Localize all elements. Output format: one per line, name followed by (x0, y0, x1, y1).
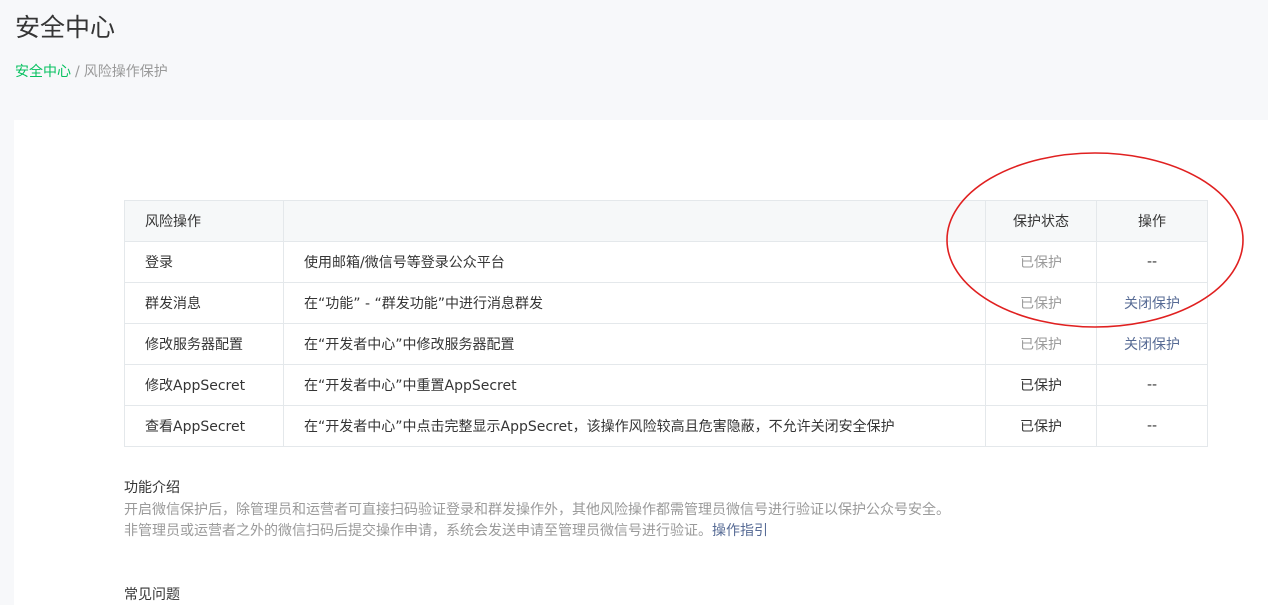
intro-line-2: 非管理员或运营者之外的微信扫码后提交操作申请，系统会发送申请至管理员微信号进行验… (124, 523, 712, 539)
table-row: 修改AppSecret 在“开发者中心”中重置AppSecret 已保护 -- (124, 364, 1208, 406)
cell-operation: 修改服务器配置 (124, 323, 284, 365)
page-title: 安全中心 (15, 13, 116, 42)
table-body: 登录 使用邮箱/微信号等登录公众平台 已保护 -- 群发消息 在“功能” - “群发功能”… (124, 241, 1208, 447)
header-description (283, 200, 986, 242)
cell-description: 在“开发者中心”中点击完整显示AppSecret，该操作风险较高且危害隐蔽，不允… (283, 405, 986, 447)
disable-protection-link[interactable]: 关闭保护 (1124, 296, 1180, 312)
feature-intro: 功能介绍 开启微信保护后，除管理员和运营者可直接扫码验证登录和群发操作外，其他风… (124, 478, 950, 542)
header-operation: 风险操作 (124, 200, 284, 242)
cell-status: 已保护 (985, 241, 1097, 283)
cell-operation: 修改AppSecret (124, 364, 284, 406)
disable-protection-link[interactable]: 关闭保护 (1124, 337, 1180, 353)
header-status: 保护状态 (985, 200, 1097, 242)
cell-status: 已保护 (985, 282, 1097, 324)
intro-line-2-wrapper: 非管理员或运营者之外的微信扫码后提交操作申请，系统会发送申请至管理员微信号进行验… (124, 521, 950, 542)
cell-action: -- (1096, 405, 1208, 447)
table-header-row: 风险操作 保护状态 操作 (124, 200, 1208, 242)
cell-action: -- (1096, 241, 1208, 283)
action-placeholder: -- (1146, 254, 1158, 270)
cell-description: 使用邮箱/微信号等登录公众平台 (283, 241, 986, 283)
cell-status: 已保护 (985, 405, 1097, 447)
faq-title: 常见问题 (124, 587, 180, 603)
intro-title: 功能介绍 (124, 480, 180, 496)
content-panel: 风险操作 保护状态 操作 登录 使用邮箱/微信号等登录公众平台 已保护 -- 群发消息在… (14, 120, 1268, 605)
cell-operation: 查看AppSecret (124, 405, 284, 447)
table-row: 登录 使用邮箱/微信号等登录公众平台 已保护 -- (124, 241, 1208, 283)
cell-operation: 登录 (124, 241, 284, 283)
intro-line-1: 开启微信保护后，除管理员和运营者可直接扫码验证登录和群发操作外，其他风险操作都需… (124, 502, 950, 518)
cell-action: 关闭保护 (1096, 282, 1208, 324)
cell-status: 已保护 (985, 323, 1097, 365)
breadcrumb-link-security-center[interactable]: 安全中心 (15, 64, 71, 80)
header-action: 操作 (1096, 200, 1208, 242)
cell-description: 在“开发者中心”中修改服务器配置 (283, 323, 986, 365)
risk-operations-table: 风险操作 保护状态 操作 登录 使用邮箱/微信号等登录公众平台 已保护 -- 群发消息在… (124, 200, 1208, 447)
table-row: 修改服务器配置 在“开发者中心”中修改服务器配置 已保护 关闭保护 (124, 323, 1208, 365)
breadcrumb-current: 风险操作保护 (83, 64, 168, 80)
table-row: 群发消息 在“功能” - “群发功能”中进行消息群发 已保护 关闭保护 (124, 282, 1208, 324)
breadcrumb: 安全中心 / 风险操作保护 (15, 61, 168, 81)
cell-description: 在“开发者中心”中重置AppSecret (283, 364, 986, 406)
table-row: 查看AppSecret 在“开发者中心”中点击完整显示AppSecret，该操作风… (124, 405, 1208, 447)
cell-status: 已保护 (985, 364, 1097, 406)
cell-operation: 群发消息 (124, 282, 284, 324)
breadcrumb-separator: / (75, 64, 80, 80)
action-placeholder: -- (1146, 418, 1158, 434)
action-placeholder: -- (1146, 377, 1158, 393)
cell-action: 关闭保护 (1096, 323, 1208, 365)
cell-action: -- (1096, 364, 1208, 406)
guide-link[interactable]: 操作指引 (712, 523, 768, 539)
cell-description: 在“功能” - “群发功能”中进行消息群发 (283, 282, 986, 324)
